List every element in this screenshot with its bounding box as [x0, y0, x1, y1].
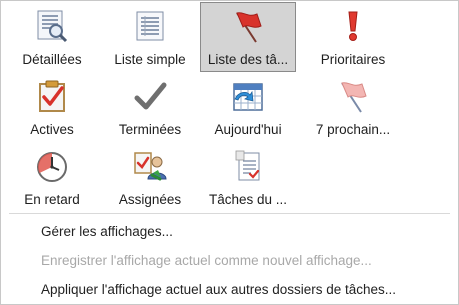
view-commands-menu: Gérer les affichages... Enregistrer l'af… — [1, 217, 458, 304]
view-tile-overdue[interactable]: En retard — [4, 142, 100, 212]
apply-view-to-folders-menu-item[interactable]: Appliquer l'affichage actuel aux autres … — [1, 275, 458, 304]
view-tile-next-7-days[interactable]: 7 prochain... — [298, 72, 408, 142]
save-current-view-menu-item: Enregistrer l'affichage actuel comme nou… — [41, 253, 372, 268]
task-document-icon — [235, 150, 260, 181]
view-label: Assignées — [118, 192, 182, 207]
red-flag-icon — [236, 12, 262, 43]
view-tile-server-tasks[interactable]: Tâches du ... — [200, 142, 296, 212]
view-label: En retard — [24, 192, 80, 207]
checkmark-icon — [134, 82, 167, 110]
view-tile-detailed[interactable]: Détaillées — [4, 2, 100, 72]
view-label: Actives — [30, 122, 74, 137]
view-gallery: Détaillées Liste simple Liste des tâ... … — [4, 2, 408, 212]
view-tile-task-list[interactable]: Liste des tâ... — [200, 2, 296, 72]
view-label: Terminées — [118, 122, 182, 137]
calendar-arrow-icon — [233, 83, 263, 111]
change-view-gallery-panel: Détaillées Liste simple Liste des tâ... … — [0, 0, 459, 305]
view-label: Détaillées — [22, 52, 82, 67]
view-tile-today[interactable]: Aujourd'hui — [200, 72, 296, 142]
simple-list-icon — [136, 11, 164, 41]
view-label: Liste des tâ... — [207, 52, 289, 67]
view-label: 7 prochain... — [315, 122, 391, 137]
view-label: Prioritaires — [320, 52, 386, 67]
pink-flag-icon — [341, 82, 367, 113]
manage-views-menu-item[interactable]: Gérer les affichages... — [1, 217, 458, 246]
view-label: Aujourd'hui — [214, 122, 282, 137]
active-clipboard-check-icon — [39, 80, 65, 112]
assigned-people-icon — [134, 152, 167, 181]
view-tile-simple-list[interactable]: Liste simple — [102, 2, 198, 72]
view-label: Liste simple — [114, 52, 186, 67]
view-tile-assigned[interactable]: Assignées — [102, 142, 198, 212]
detailed-list-magnifier-icon — [37, 10, 68, 43]
view-label: Tâches du ... — [208, 192, 288, 207]
exclamation-icon — [348, 11, 358, 41]
view-tile-completed[interactable]: Terminées — [102, 72, 198, 142]
view-tile-priority[interactable]: Prioritaires — [298, 2, 408, 72]
view-tile-active[interactable]: Actives — [4, 72, 100, 142]
overdue-clock-icon — [37, 152, 67, 182]
menu-separator — [9, 213, 450, 214]
